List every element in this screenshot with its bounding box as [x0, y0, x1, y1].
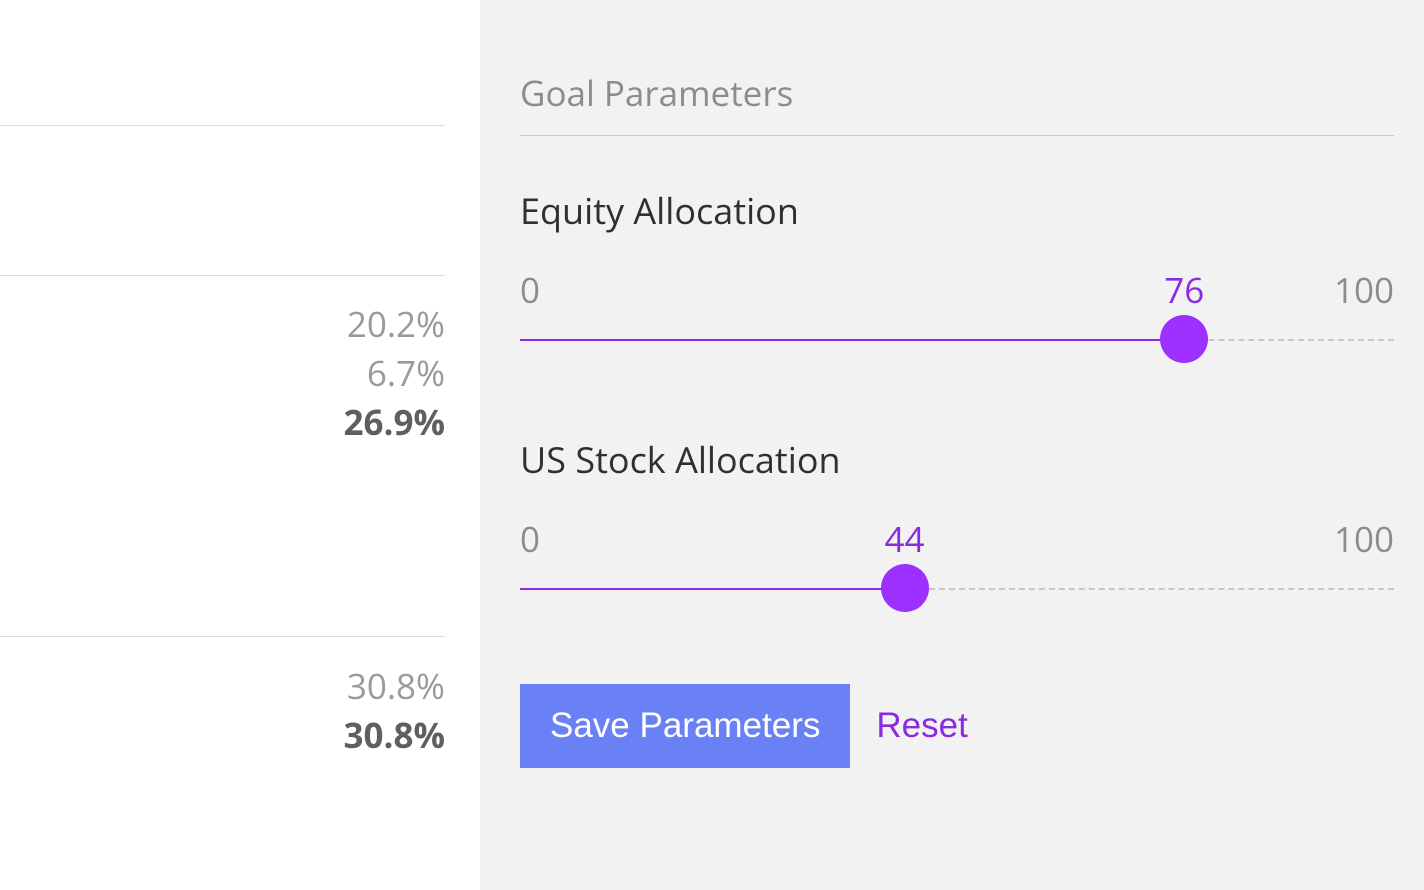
section-title: Goal Parameters	[520, 70, 1394, 136]
divider	[0, 125, 445, 126]
equity-allocation-slider-group: Equity Allocation 0 76 100	[520, 186, 1394, 365]
slider-header: 0 76 100	[520, 267, 1394, 311]
slider-thumb[interactable]	[881, 564, 929, 612]
button-row: Save Parameters Reset	[520, 684, 1394, 768]
percent-total: 26.9%	[343, 398, 445, 447]
slider-value: 76	[1164, 267, 1204, 314]
us-stock-allocation-slider-group: US Stock Allocation 0 44 100	[520, 435, 1394, 614]
left-panel: 20.2% 6.7% 26.9% 30.8% 30.8%	[0, 0, 480, 890]
slider-label: Equity Allocation	[520, 186, 1394, 235]
percent-value: 30.8%	[343, 662, 445, 711]
us-stock-allocation-slider[interactable]	[520, 566, 1394, 614]
percent-value: 20.2%	[343, 300, 445, 349]
slider-label: US Stock Allocation	[520, 435, 1394, 484]
slider-min: 0	[520, 267, 540, 314]
percent-total: 30.8%	[343, 711, 445, 760]
slider-value: 44	[885, 516, 925, 563]
slider-thumb[interactable]	[1160, 315, 1208, 363]
allocation-group-1: 20.2% 6.7% 26.9%	[343, 300, 445, 447]
save-parameters-button[interactable]: Save Parameters	[520, 684, 850, 768]
percent-value: 6.7%	[343, 349, 445, 398]
reset-button[interactable]: Reset	[876, 706, 967, 746]
equity-allocation-slider[interactable]	[520, 317, 1394, 365]
slider-min: 0	[520, 516, 540, 563]
allocation-group-2: 30.8% 30.8%	[343, 662, 445, 760]
slider-max: 100	[1334, 516, 1394, 563]
divider	[0, 636, 445, 637]
slider-fill	[520, 339, 1184, 341]
slider-fill	[520, 588, 905, 590]
divider	[0, 275, 445, 276]
slider-max: 100	[1334, 267, 1394, 314]
slider-header: 0 44 100	[520, 516, 1394, 560]
right-panel: Goal Parameters Equity Allocation 0 76 1…	[480, 0, 1424, 890]
